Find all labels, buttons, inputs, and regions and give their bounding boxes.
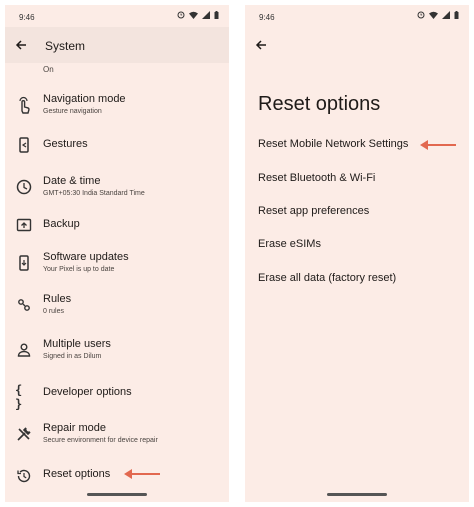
back-arrow-icon[interactable]	[13, 37, 29, 53]
navigation-gesture-icon	[19, 96, 30, 114]
item-label: Gestures	[43, 138, 88, 150]
reset-app-preferences-option[interactable]: Reset app preferences	[258, 205, 369, 217]
reset-options-item[interactable]: Reset options	[5, 460, 229, 490]
item-label: Navigation mode	[43, 93, 126, 105]
item-label: Rules	[43, 293, 72, 305]
system-update-icon	[19, 255, 29, 271]
backup-icon	[16, 218, 32, 232]
item-label: Developer options	[43, 386, 132, 398]
reset-options-screen: 9:46 Reset options Reset Mobile Network …	[245, 5, 469, 502]
back-arrow-icon[interactable]	[253, 37, 269, 53]
item-sub: Your Pixel is up to date	[43, 266, 115, 273]
system-settings-screen: 9:46 System On Navigation mode Gesture n…	[5, 5, 229, 502]
page-title: System	[45, 39, 86, 53]
signal-icon	[202, 11, 210, 19]
status-bar: 9:46	[245, 5, 469, 27]
date-time-item[interactable]: Date & time GMT+05:30 India Standard Tim…	[5, 169, 229, 205]
item-label: Reset options	[43, 468, 111, 480]
status-time: 9:46	[19, 13, 35, 22]
item-sub: On	[43, 65, 54, 74]
signal-icon	[442, 11, 450, 19]
reset-mobile-network-option[interactable]: Reset Mobile Network Settings	[258, 138, 408, 150]
pointer-arrow-icon	[420, 140, 456, 150]
clock-icon	[16, 179, 32, 195]
list-item-partial[interactable]: On	[5, 63, 229, 79]
tools-icon	[17, 427, 31, 441]
battery-icon	[454, 11, 459, 19]
person-icon	[17, 343, 31, 357]
status-icons	[417, 11, 459, 19]
repair-mode-item[interactable]: Repair mode Secure environment for devic…	[5, 416, 229, 452]
item-label: Software updates	[43, 251, 129, 263]
gesture-nav-bar[interactable]	[87, 493, 147, 496]
navigation-mode-item[interactable]: Navigation mode Gesture navigation	[5, 87, 229, 123]
item-label: Repair mode	[43, 422, 106, 434]
factory-reset-option[interactable]: Erase all data (factory reset)	[258, 272, 396, 284]
item-label: Date & time	[43, 175, 101, 187]
software-updates-item[interactable]: Software updates Your Pixel is up to dat…	[5, 245, 229, 281]
item-sub: 0 rules	[43, 308, 65, 315]
status-time: 9:46	[259, 13, 275, 22]
rules-icon	[18, 299, 30, 311]
code-braces-icon: { }	[15, 383, 23, 411]
history-icon	[17, 469, 31, 483]
reset-bluetooth-wifi-option[interactable]: Reset Bluetooth & Wi-Fi	[258, 172, 375, 184]
page-title: Reset options	[258, 93, 381, 115]
status-bar: 9:46	[5, 5, 229, 27]
rules-item[interactable]: Rules 0 rules	[5, 287, 229, 323]
pointer-arrow-icon	[124, 469, 160, 479]
erase-esims-option[interactable]: Erase eSIMs	[258, 238, 321, 250]
phone-gesture-icon	[19, 137, 29, 153]
status-icons	[177, 11, 219, 19]
developer-options-item[interactable]: { } Developer options	[5, 377, 229, 411]
gestures-item[interactable]: Gestures	[5, 129, 229, 159]
multiple-users-item[interactable]: Multiple users Signed in as Dilum	[5, 332, 229, 368]
alarm-icon	[417, 11, 425, 19]
gesture-nav-bar[interactable]	[327, 493, 387, 496]
item-sub: Secure environment for device repair	[43, 437, 158, 444]
item-sub: Gesture navigation	[43, 108, 102, 115]
battery-icon	[214, 11, 219, 19]
app-bar: System	[5, 27, 229, 63]
item-label: Backup	[43, 218, 80, 230]
backup-item[interactable]: Backup	[5, 209, 229, 239]
item-sub: Signed in as Dilum	[43, 353, 102, 360]
item-sub: GMT+05:30 India Standard Time	[43, 190, 145, 197]
wifi-icon	[189, 11, 198, 19]
item-label: Multiple users	[43, 338, 111, 350]
wifi-icon	[429, 11, 438, 19]
alarm-icon	[177, 11, 185, 19]
